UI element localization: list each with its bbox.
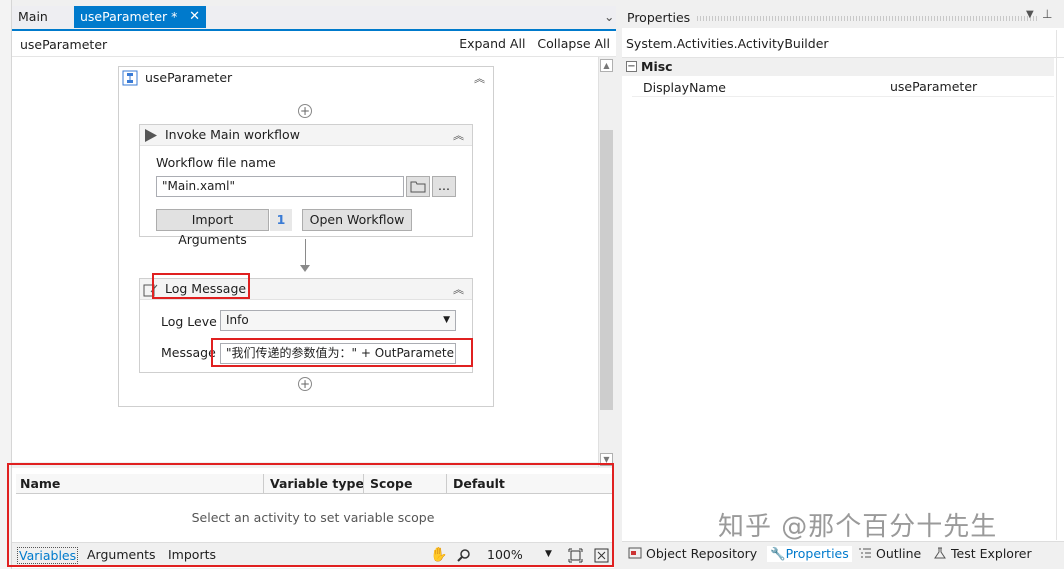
log-level-label: Log Leve: [161, 314, 217, 329]
log-level-value: Info: [226, 313, 249, 327]
tab-properties-label: Properties: [785, 546, 849, 561]
properties-object-name: System.Activities.ActivityBuilder: [626, 36, 829, 51]
invoke-workflow-title: Invoke Main workflow: [165, 127, 300, 142]
tab-properties[interactable]: 🔧Properties: [767, 546, 852, 562]
connector-arrow-icon: [300, 265, 310, 272]
import-arguments-button[interactable]: Import Arguments: [156, 209, 269, 247]
outline-icon: [859, 548, 871, 558]
property-row[interactable]: DisplayName useParameter: [632, 78, 1054, 97]
invoke-workflow-header: Invoke Main workflow ︽: [140, 125, 472, 146]
tab-outline[interactable]: Outline: [858, 546, 921, 561]
argument-count-badge: 1: [270, 209, 292, 231]
object-repository-icon: [628, 547, 642, 559]
highlight-variables-panel: [7, 463, 614, 567]
watermark: 知乎 @那个百分十先生: [718, 512, 998, 542]
category-misc[interactable]: − Misc: [622, 58, 1054, 76]
open-workflow-button[interactable]: Open Workflow: [302, 209, 412, 231]
properties-title-bar: Properties ▼ ⊥: [622, 6, 1064, 28]
ellipsis-button[interactable]: ...: [432, 176, 456, 197]
highlight-message-field: [211, 338, 473, 367]
tab-object-repository-label: Object Repository: [646, 546, 758, 561]
pin-icon[interactable]: ⊥: [1042, 7, 1052, 21]
chevron-down-icon[interactable]: ▼: [1026, 9, 1034, 20]
properties-title: Properties: [627, 10, 691, 25]
tab-test-explorer-label: Test Explorer: [951, 546, 1032, 561]
bottom-panel-tabs: Object Repository 🔧Properties Outline Te…: [622, 541, 1064, 569]
close-icon[interactable]: ✕: [189, 6, 200, 28]
properties-scroll-edge: [1056, 30, 1057, 540]
tab-useparameter[interactable]: useParameter * ✕: [74, 6, 206, 28]
drag-grip[interactable]: [697, 16, 1037, 21]
add-activity-icon[interactable]: +: [298, 104, 312, 118]
browse-folder-button[interactable]: [406, 176, 430, 197]
collapse-icon[interactable]: ︽: [453, 127, 464, 143]
designer-breadcrumb-bar: useParameter Expand All Collapse All: [12, 29, 616, 57]
sequence-header: useParameter ︽: [119, 67, 493, 89]
chevron-down-icon[interactable]: ⌄: [598, 6, 614, 28]
expand-all-link[interactable]: Expand All: [459, 36, 525, 51]
connector-line: [305, 239, 306, 267]
scrollbar-thumb[interactable]: [600, 130, 613, 410]
highlight-log-message: [152, 273, 250, 299]
collapse-icon[interactable]: ︽: [453, 281, 464, 297]
app-window: Main useParameter * ✕ ⌄ useParameter Exp…: [0, 0, 1064, 569]
tab-useparameter-label: useParameter *: [80, 9, 178, 24]
tab-object-repository[interactable]: Object Repository: [628, 546, 757, 561]
tab-outline-label: Outline: [876, 546, 922, 561]
sequence-icon: [122, 70, 138, 86]
folder-icon: [410, 181, 426, 193]
property-value[interactable]: useParameter: [890, 79, 977, 94]
collapse-all-link[interactable]: Collapse All: [537, 36, 610, 51]
dropdown-arrow-icon: ▼: [443, 315, 450, 325]
collapse-icon[interactable]: ︽: [474, 70, 485, 86]
properties-panel: Properties ▼ ⊥ System.Activities.Activit…: [622, 6, 1064, 569]
scroll-up-icon[interactable]: ▲: [600, 59, 613, 72]
properties-object-bar: System.Activities.ActivityBuilder: [622, 28, 1064, 58]
property-key: DisplayName: [643, 80, 726, 95]
tab-main-label: Main: [18, 9, 48, 24]
category-label: Misc: [641, 59, 673, 74]
workflow-file-label: Workflow file name: [156, 155, 276, 170]
add-activity-icon[interactable]: +: [298, 377, 312, 391]
tab-test-explorer[interactable]: Test Explorer: [933, 546, 1032, 561]
invoke-workflow-activity[interactable]: Invoke Main workflow ︽ Workflow file nam…: [139, 124, 473, 247]
tab-main[interactable]: Main: [12, 6, 72, 28]
workflow-file-input[interactable]: "Main.xaml": [156, 176, 404, 197]
log-level-select[interactable]: Info ▼: [220, 310, 456, 331]
flask-icon: [934, 547, 946, 559]
wrench-icon: 🔧: [770, 546, 786, 561]
collapse-category-icon[interactable]: −: [626, 61, 637, 72]
breadcrumb[interactable]: useParameter: [20, 37, 107, 52]
document-tab-bar: Main useParameter * ✕ ⌄: [12, 6, 616, 28]
play-icon: [145, 129, 157, 142]
sequence-title: useParameter: [145, 70, 233, 85]
message-label: Message: [161, 345, 216, 360]
